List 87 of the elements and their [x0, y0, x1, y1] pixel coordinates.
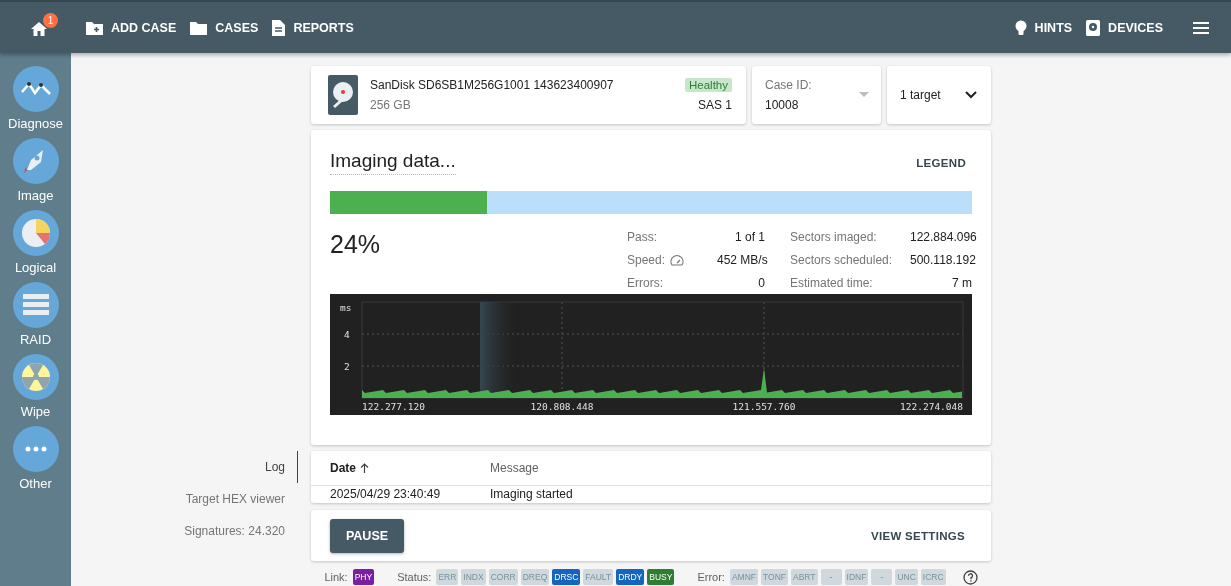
lightbulb-icon [1014, 19, 1027, 36]
column-header[interactable]: Message [490, 461, 539, 475]
document-icon [272, 19, 286, 36]
axis-unit: ms [340, 302, 352, 313]
target-select[interactable]: 1 target [887, 66, 991, 124]
sidebar-item[interactable]: Other [0, 426, 71, 491]
link-label: Link: [324, 571, 348, 583]
side-tab[interactable]: Target HEX viewer [185, 483, 298, 515]
drive-icon [1086, 19, 1101, 36]
radiation-icon [12, 354, 59, 400]
stat-label: Estimated time: [790, 276, 874, 290]
table-cell-text: 2025/04/29 23:40:49 [329, 487, 442, 501]
column-header[interactable]: Date [311, 461, 490, 475]
stat-label: Errors: [627, 276, 664, 290]
pause-button[interactable]: PAUSE [330, 518, 404, 553]
error-chip: ABRT [791, 569, 818, 585]
sidebar-item[interactable]: Wipe [0, 354, 71, 419]
error-chip: IDNF [844, 569, 869, 585]
error-chip: ICRC [920, 569, 946, 585]
nav-link[interactable]: REPORTS [272, 19, 354, 36]
view-settings-button[interactable]: VIEW SETTINGS [865, 523, 971, 548]
interface-label: SAS 1 [697, 98, 732, 112]
nav-link[interactable]: DEVICES [1086, 19, 1163, 36]
folder-plus-icon [86, 20, 103, 35]
menu-icon [1193, 21, 1209, 34]
status-chip: DREQ [520, 569, 550, 585]
chevron-down-icon [965, 91, 977, 99]
side-tab[interactable]: Signatures: 24.320 [184, 515, 298, 547]
side-tab[interactable]: Log [264, 451, 298, 483]
error-chip: AMNF [729, 569, 758, 585]
status-chip: BUSY [647, 569, 675, 585]
axis-tick-label: 120.808.448 [530, 401, 594, 412]
status-label: Status: [397, 571, 432, 583]
legend-button[interactable]: LEGEND [910, 150, 972, 175]
status-chip: DRSC [552, 569, 581, 585]
axis-tick-label: 2 [344, 361, 350, 372]
hard-drive-icon [328, 75, 358, 115]
stat-label: Sectors imaged: [790, 230, 878, 244]
help-icon[interactable] [962, 569, 978, 585]
error-label: Error: [697, 571, 725, 583]
stat-label: Speed: [627, 253, 717, 267]
pulse-icon [12, 66, 59, 112]
gauge-icon [670, 254, 685, 266]
home-icon [30, 20, 48, 37]
stat-value: 0 [757, 276, 765, 290]
sort-arrow-icon [360, 463, 369, 473]
device-name: SanDisk SD6SB1M256G1001 143623400907 [370, 78, 615, 92]
axis-tick-label: 4 [344, 329, 350, 340]
status-chip: INDX [461, 569, 486, 585]
case-id-select[interactable]: Case ID: 10008 [752, 66, 881, 124]
status-chip: PHY [352, 569, 375, 585]
case-id-value: 10008 [765, 98, 800, 112]
device-size: 256 GB [370, 98, 412, 112]
status-chip: DRDY [616, 569, 645, 585]
more-icon [12, 426, 59, 472]
error-chip: - [871, 569, 893, 585]
status-chip: FAULT [583, 569, 614, 585]
error-chip: UNC [895, 569, 918, 585]
sidebar-item[interactable]: Logical [0, 210, 71, 275]
stat-label: Sectors scheduled: [790, 253, 894, 267]
nav-link[interactable]: CASES [190, 20, 259, 35]
stat-label: Pass: [627, 230, 658, 244]
stat-value: 1 of 1 [733, 230, 765, 244]
folder-icon [190, 20, 208, 35]
axis-tick-label: 122.277.120 [362, 401, 425, 412]
axis-tick-label: 121.557.760 [732, 401, 796, 412]
progress-percent: 24% [330, 230, 382, 260]
notification-badge: 1 [43, 12, 58, 28]
progress-title: Imaging data... [330, 150, 456, 175]
sidebar-item[interactable]: RAID [0, 282, 71, 347]
error-chip: TONF [761, 569, 788, 585]
health-tag: Healthy [685, 78, 732, 92]
status-chip: ERR [436, 569, 459, 585]
axis-tick-label: 122.274.048 [900, 401, 963, 412]
pie-chart-icon [12, 210, 59, 256]
dropdown-caret-icon [859, 92, 869, 98]
sidebar-item[interactable]: Diagnose [0, 66, 71, 131]
stack-icon [12, 282, 59, 328]
nav-link[interactable]: HINTS [1014, 19, 1073, 36]
stat-value: 7 m [951, 276, 972, 290]
nav-link[interactable]: ADD CASE [86, 20, 177, 35]
sidebar-item[interactable]: Image [0, 138, 71, 203]
status-chip: CORR [488, 569, 518, 585]
menu-button[interactable] [1193, 21, 1209, 34]
error-chip: - [820, 569, 842, 585]
case-id-label: Case ID: [765, 78, 813, 92]
table-cell: Imaging started [490, 487, 573, 501]
